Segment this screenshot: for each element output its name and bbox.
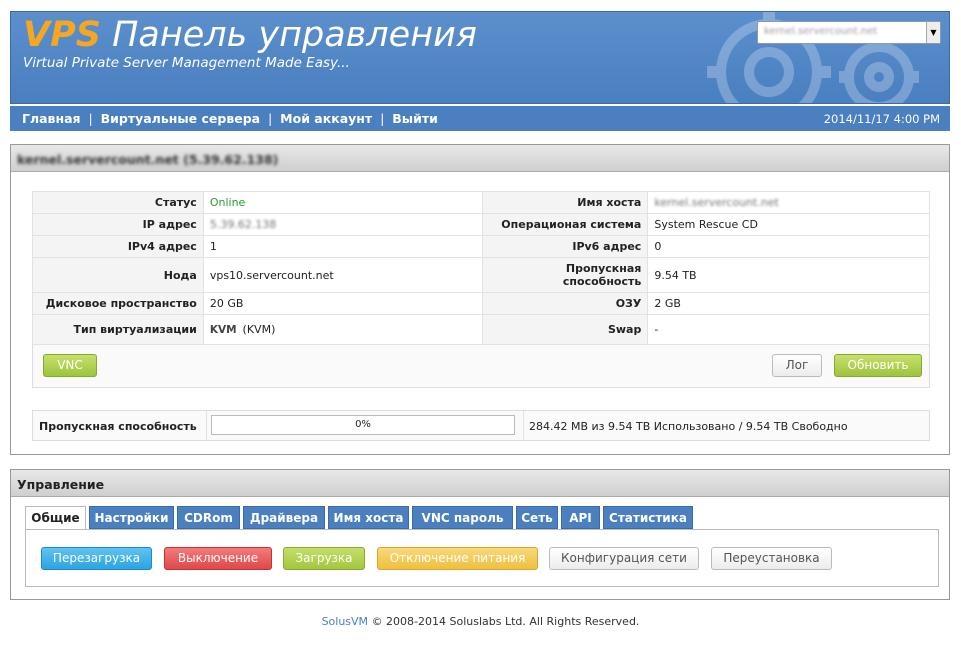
- tab-network[interactable]: Сеть: [516, 506, 558, 529]
- table-row: Нода vps10.servercount.net Пропускная сп…: [32, 257, 930, 293]
- table-row: Дисковое пространство 20 GB ОЗУ 2 GB: [32, 292, 930, 315]
- nav-separator: |: [380, 112, 385, 126]
- label-ipv6: IPv6 адрес: [482, 235, 649, 258]
- tab-statistics[interactable]: Статистика: [603, 506, 693, 529]
- value-disk: 20 GB: [202, 292, 484, 315]
- table-row: Тип виртуализации KVM (KVM) Swap -: [32, 314, 930, 345]
- poweroff-button[interactable]: Отключение питания: [377, 547, 538, 570]
- brand-panel-title: Панель управления: [112, 15, 477, 55]
- label-ip: IP адрес: [32, 213, 204, 236]
- value-swap: -: [647, 314, 930, 345]
- label-node: Нода: [32, 257, 204, 293]
- tagline: Virtual Private Server Management Made E…: [23, 55, 350, 71]
- tab-vnc-password[interactable]: VNC пароль: [412, 506, 513, 529]
- footer-solusvm-link[interactable]: SolusVM: [322, 615, 369, 628]
- value-node: vps10.servercount.net: [202, 257, 484, 293]
- server-info-table: Статус Online Имя хоста kernel.servercou…: [32, 191, 930, 345]
- bandwidth-percent: 0%: [355, 419, 371, 430]
- label-os: Операционая система: [482, 213, 649, 236]
- value-ipv4: 1: [202, 235, 484, 258]
- label-ram: ОЗУ: [482, 292, 649, 315]
- value-hostname: kernel.servercount.net: [654, 196, 779, 209]
- label-hostname: Имя хоста: [482, 191, 649, 214]
- reinstall-button[interactable]: Переустановка: [711, 547, 832, 570]
- management-panel-header: Управление: [11, 470, 949, 497]
- footer: SolusVM © 2008-2014 Soluslabs Ltd. All R…: [0, 615, 961, 628]
- footer-copyright: © 2008-2014 Soluslabs Ltd. All Rights Re…: [371, 615, 640, 628]
- server-panel-header: kernel.servercount.net (5.39.62.138): [11, 145, 949, 172]
- boot-button[interactable]: Загрузка: [283, 547, 365, 570]
- nav-home[interactable]: Главная: [22, 111, 81, 126]
- bandwidth-progress-bar: 0%: [211, 415, 515, 435]
- label-ipv4: IPv4 адрес: [32, 235, 204, 258]
- network-config-button[interactable]: Конфигурация сети: [549, 547, 699, 570]
- value-os: System Rescue CD: [647, 213, 930, 236]
- vnc-button[interactable]: VNC: [43, 354, 97, 377]
- table-row: IPv4 адрес 1 IPv6 адрес 0: [32, 235, 930, 258]
- value-virtualization: (KVM): [242, 323, 276, 336]
- server-info-box: Статус Online Имя хоста kernel.servercou…: [32, 191, 930, 388]
- brand-title: VPS Панель управления: [23, 15, 477, 55]
- header-banner: VPS Панель управления Virtual Private Se…: [10, 11, 950, 104]
- value-ram: 2 GB: [647, 292, 930, 315]
- tab-hostname[interactable]: Имя хоста: [328, 506, 409, 529]
- bandwidth-usage-text: 284.42 MB из 9.54 TB Использовано / 9.54…: [529, 420, 848, 433]
- nav-my-account[interactable]: Мой аккаунт: [280, 111, 372, 126]
- label-virtualization: Тип виртуализации: [32, 314, 204, 345]
- nav-separator: |: [268, 112, 273, 126]
- tab-content: Перезагрузка Выключение Загрузка Отключе…: [25, 529, 939, 587]
- server-title: kernel.servercount.net (5.39.62.138): [17, 152, 279, 167]
- label-swap: Swap: [482, 314, 649, 345]
- nav-logout[interactable]: Выйти: [392, 111, 438, 126]
- refresh-button[interactable]: Обновить: [834, 354, 922, 377]
- management-panel: Управление Общие Настройки CDRom Драйвер…: [10, 469, 950, 600]
- bandwidth-box: Пропускная способность 0% 284.42 MB из 9…: [32, 410, 930, 441]
- log-button[interactable]: Лог: [772, 354, 822, 377]
- value-ipv6: 0: [647, 235, 930, 258]
- value-bandwidth: 9.54 TB: [647, 257, 930, 293]
- tab-settings[interactable]: Настройки: [89, 506, 174, 529]
- reboot-button[interactable]: Перезагрузка: [41, 547, 152, 570]
- management-title: Управление: [17, 477, 105, 492]
- server-panel: kernel.servercount.net (5.39.62.138) Ста…: [10, 144, 950, 455]
- label-bandwidth: Пропускная способность: [482, 257, 649, 293]
- tab-general[interactable]: Общие: [25, 506, 86, 530]
- table-row: Статус Online Имя хоста kernel.servercou…: [32, 191, 930, 214]
- value-ip: 5.39.62.138: [209, 218, 277, 231]
- bandwidth-label: Пропускная способность: [39, 420, 197, 433]
- server-select-value: kernel.servercount.net: [764, 26, 878, 37]
- tab-cdrom[interactable]: CDRom: [177, 506, 240, 529]
- label-disk: Дисковое пространство: [32, 292, 204, 315]
- label-status: Статус: [32, 191, 204, 214]
- shutdown-button[interactable]: Выключение: [164, 547, 272, 570]
- brand-vps: VPS: [23, 15, 101, 55]
- main-nav: Главная | Виртуальные сервера | Мой аккаунт |…: [10, 104, 950, 131]
- server-select[interactable]: kernel.servercount.net ▼: [757, 21, 941, 44]
- nav-virtual-servers[interactable]: Виртуальные сервера: [101, 111, 261, 126]
- nav-date: 2014/11/17 4:00 PM: [823, 112, 940, 126]
- tab-drivers[interactable]: Драйвера: [243, 506, 325, 529]
- nav-separator: |: [88, 112, 93, 126]
- chevron-down-icon[interactable]: ▼: [926, 22, 940, 43]
- tab-api[interactable]: API: [561, 506, 600, 529]
- table-row: IP адрес 5.39.62.138 Операционая система…: [32, 213, 930, 236]
- kvm-logo-icon: KVM: [209, 324, 237, 336]
- value-status: Online: [202, 191, 484, 214]
